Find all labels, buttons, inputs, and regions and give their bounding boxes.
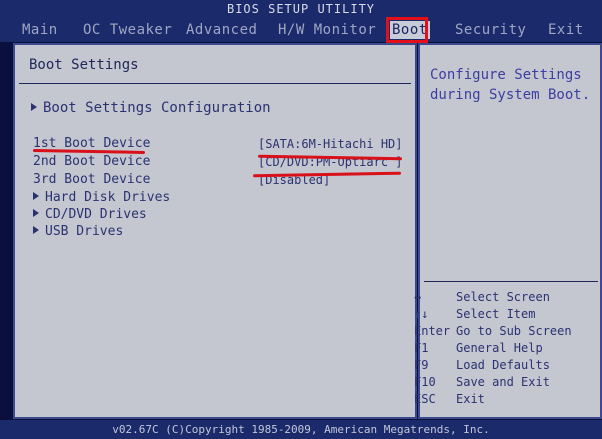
- tab-oc-tweaker[interactable]: OC Tweaker: [83, 21, 172, 39]
- main-panel: Boot Settings Boot Settings Configuratio…: [13, 43, 417, 419]
- tab-advanced[interactable]: Advanced: [186, 21, 257, 39]
- usb-drives-item[interactable]: USB Drives: [33, 224, 123, 239]
- key-hint-row: Enter Go to Sub Screen: [414, 324, 572, 338]
- cd-dvd-drives-item[interactable]: CD/DVD Drives: [33, 207, 147, 222]
- key-hint-row: ESC Exit: [414, 392, 485, 406]
- key-hint-row: F9 Load Defaults: [414, 358, 550, 372]
- submenu-arrow-icon: [31, 103, 37, 111]
- tab-hw-monitor[interactable]: H/W Monitor: [278, 21, 376, 39]
- submenu-arrow-icon: [33, 209, 39, 217]
- boot-settings-config-item[interactable]: Boot Settings Configuration: [31, 100, 271, 116]
- panel-title: Boot Settings: [29, 57, 139, 73]
- key-hint-row: F10 Save and Exit: [414, 375, 550, 389]
- tab-security[interactable]: Security: [455, 21, 526, 39]
- submenu-arrow-icon: [33, 226, 39, 234]
- submenu-arrow-icon: [33, 192, 39, 200]
- menu-bar: Main OC Tweaker Advanced H/W Monitor Boo…: [0, 18, 602, 42]
- help-panel: Configure Settings during System Boot. ↔…: [414, 43, 602, 419]
- panel-divider: [19, 83, 411, 84]
- footer-copyright: v02.67C (C)Copyright 1985-2009, American…: [0, 420, 602, 439]
- title-text: BIOS SETUP UTILITY: [226, 2, 376, 16]
- tab-exit[interactable]: Exit: [548, 21, 584, 39]
- key-hint-row: F1 General Help: [414, 341, 543, 355]
- boot-settings-config-label: Boot Settings Configuration: [43, 100, 271, 116]
- title-bar: BIOS SETUP UTILITY: [0, 0, 602, 18]
- second-boot-device-label[interactable]: 2nd Boot Device: [33, 154, 150, 169]
- active-tab-highlight: [386, 17, 428, 43]
- help-divider: [424, 281, 598, 282]
- tab-main[interactable]: Main: [22, 21, 58, 39]
- hard-disk-drives-item[interactable]: Hard Disk Drives: [33, 190, 170, 205]
- key-hint-row: ↑↓ Select Item: [414, 307, 536, 321]
- help-description: Configure Settings during System Boot.: [430, 67, 591, 103]
- first-boot-device-value[interactable]: [SATA:6M-Hitachi HD]: [258, 137, 403, 151]
- cd-dvd-drives-label: CD/DVD Drives: [45, 207, 147, 222]
- key-hint-row: ↔ Select Screen: [414, 290, 550, 304]
- usb-drives-label: USB Drives: [45, 224, 124, 239]
- third-boot-device-label[interactable]: 3rd Boot Device: [33, 172, 150, 187]
- hard-disk-drives-label: Hard Disk Drives: [45, 190, 171, 205]
